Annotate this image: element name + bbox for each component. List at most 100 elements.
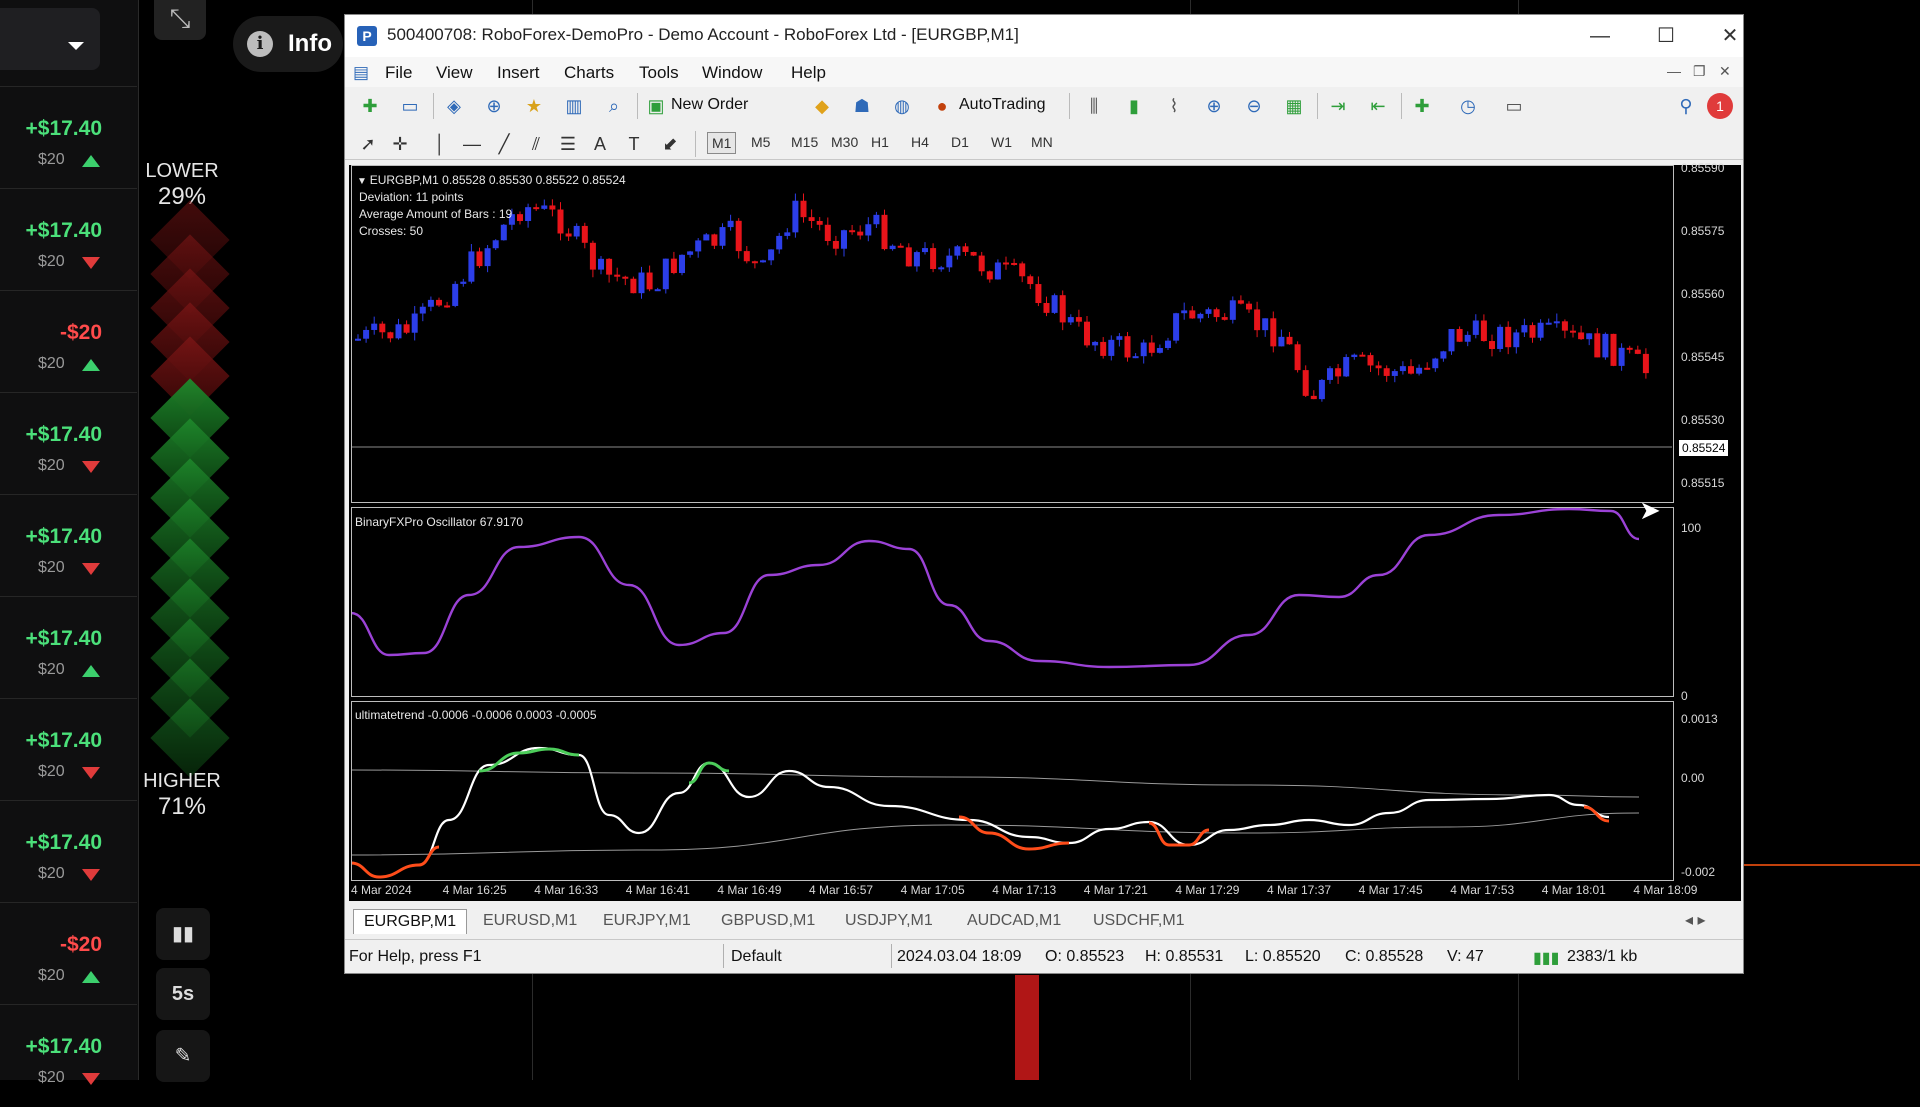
chart-shift-icon[interactable]: ⇤	[1365, 93, 1391, 119]
tile-windows-icon[interactable]: ▦	[1281, 93, 1307, 119]
text-label-icon[interactable]: T	[621, 131, 647, 157]
market-icon[interactable]: ◍	[889, 93, 915, 119]
crosshair-icon[interactable]: ✛	[387, 131, 413, 157]
menu-charts[interactable]: Charts	[564, 63, 614, 83]
timeframe-m30[interactable]: M30	[827, 132, 862, 152]
signals-icon[interactable]: ☗	[849, 93, 875, 119]
chart-tab[interactable]: USDCHF,M1	[1093, 909, 1185, 933]
trendline-icon[interactable]: ╱	[491, 131, 517, 157]
draw-tool-button[interactable]: ✎	[156, 1030, 210, 1082]
info-button[interactable]: i Info	[233, 16, 343, 72]
arrow-down-icon	[82, 461, 100, 473]
text-icon[interactable]: A	[587, 131, 613, 157]
periods-icon[interactable]: ◷	[1455, 93, 1481, 119]
menu-file[interactable]: File	[385, 63, 412, 83]
chart-tab[interactable]: GBPUSD,M1	[721, 909, 815, 933]
menu-insert[interactable]: Insert	[497, 63, 540, 83]
trade-item[interactable]: +$17.40 $20	[0, 188, 137, 291]
alert-badge[interactable]: 1	[1707, 93, 1733, 119]
chart-tab[interactable]: EURJPY,M1	[603, 909, 691, 933]
status-datetime: 2024.03.04 18:09	[897, 948, 1022, 965]
title-bar[interactable]: P 500400708: RoboForex-DemoPro - Demo Ac…	[345, 15, 1743, 57]
terminal-icon[interactable]: ▥	[561, 93, 587, 119]
line-chart-icon[interactable]: ⌇	[1161, 93, 1187, 119]
trade-stake: $20	[38, 865, 65, 882]
equidistant-channel-icon[interactable]: ⫽	[523, 131, 549, 157]
trade-item[interactable]: -$20 $20	[0, 290, 137, 393]
tab-scroll-arrows-icon[interactable]: ◂ ▸	[1685, 909, 1706, 933]
timeframe-h1[interactable]: H1	[867, 132, 893, 152]
collapse-icon[interactable]: ⤡	[154, 0, 206, 40]
horizontal-line-icon[interactable]: —	[459, 131, 485, 157]
chart-tab[interactable]: USDJPY,M1	[845, 909, 933, 933]
time-axis-label: 4 Mar 16:41	[625, 883, 690, 897]
timeframe-m15[interactable]: M15	[787, 132, 822, 152]
candlestick-icon[interactable]: ▮	[1121, 93, 1147, 119]
child-restore-button[interactable]: ❐	[1693, 63, 1706, 80]
trade-item[interactable]: -$20 $20	[0, 902, 137, 1005]
autotrading-icon[interactable]: ●	[929, 93, 955, 119]
trade-item[interactable]: +$17.40 $20	[0, 494, 137, 597]
status-volume: V: 47	[1447, 948, 1484, 965]
trade-item[interactable]: +$17.40 $20	[0, 596, 137, 699]
timeframe-button[interactable]: 5s	[156, 968, 210, 1020]
timeframe-m1[interactable]: M1	[707, 132, 737, 154]
menu-window[interactable]: Window	[702, 63, 762, 83]
new-order-icon[interactable]: ▣	[643, 93, 669, 119]
mouse-cursor-icon: ➤	[1639, 495, 1661, 525]
trade-item[interactable]: +$17.40 $20	[0, 698, 137, 801]
minimize-button[interactable]: —	[1577, 19, 1623, 53]
profiles-icon[interactable]: ▭	[397, 93, 423, 119]
indicators-icon[interactable]: ✚	[1409, 93, 1435, 119]
trade-stake: $20	[38, 559, 65, 576]
arrows-icon[interactable]: ⬋	[657, 131, 683, 157]
zoom-out-icon[interactable]: ⊖	[1241, 93, 1267, 119]
templates-icon[interactable]: ▭	[1501, 93, 1527, 119]
child-minimize-button[interactable]: —	[1667, 63, 1681, 79]
timeframe-h4[interactable]: H4	[907, 132, 933, 152]
autoscroll-icon[interactable]: ⇥	[1325, 93, 1351, 119]
chart-tab[interactable]: EURUSD,M1	[483, 909, 577, 933]
market-watch-icon[interactable]: ◈	[441, 93, 467, 119]
candle-type-button[interactable]: ▮▮	[156, 908, 210, 960]
asset-dropdown[interactable]	[0, 8, 100, 70]
chart-tab[interactable]: EURGBP,M1	[353, 909, 468, 934]
timeframe-m5[interactable]: M5	[747, 132, 774, 152]
data-window-icon[interactable]: ⊕	[481, 93, 507, 119]
collapse-triangle-icon[interactable]: ▼	[357, 176, 370, 187]
new-order-button[interactable]: New Order	[671, 96, 748, 114]
trade-stake: $20	[38, 151, 65, 168]
navigator-icon[interactable]: ★	[521, 93, 547, 119]
autotrading-button[interactable]: AutoTrading	[959, 96, 1046, 114]
vertical-line-icon[interactable]: │	[427, 131, 453, 157]
trade-item[interactable]: +$17.40 $20	[0, 392, 137, 495]
cursor-icon[interactable]: ➚	[355, 131, 381, 157]
fibonacci-icon[interactable]: ☰	[555, 131, 581, 157]
child-close-button[interactable]: ✕	[1719, 63, 1731, 80]
timeframe-mn[interactable]: MN	[1027, 132, 1057, 152]
time-axis-label: 4 Mar 2024	[351, 883, 412, 897]
timeframe-d1[interactable]: D1	[947, 132, 973, 152]
strategy-tester-icon[interactable]: ⌕	[601, 93, 627, 119]
app-icon: P	[357, 26, 377, 46]
trade-item[interactable]: +$17.40 $20	[0, 1004, 137, 1107]
search-icon[interactable]: ⚲	[1673, 93, 1699, 119]
trade-item[interactable]: +$17.40 $20	[0, 800, 137, 903]
lower-sentiment: LOWER 29%	[142, 160, 222, 211]
chart-menu-icon[interactable]: ▤	[353, 63, 369, 83]
zoom-in-icon[interactable]: ⊕	[1201, 93, 1227, 119]
main-pane	[351, 165, 1674, 503]
bar-chart-icon[interactable]: ⫼	[1081, 93, 1107, 119]
timeframe-w1[interactable]: W1	[987, 132, 1016, 152]
maximize-button[interactable]: ☐	[1643, 19, 1689, 53]
trade-item[interactable]: +$17.40 $20	[0, 86, 137, 189]
new-chart-icon[interactable]: ✚	[357, 93, 383, 119]
metaeditor-icon[interactable]: ◆	[809, 93, 835, 119]
close-button[interactable]: ✕	[1707, 19, 1753, 53]
menu-view[interactable]: View	[436, 63, 473, 83]
chart-area[interactable]: ▼ EURGBP,M1 0.85528 0.85530 0.85522 0.85…	[349, 161, 1741, 901]
menu-help[interactable]: Help	[791, 63, 826, 83]
chart-tab[interactable]: AUDCAD,M1	[967, 909, 1061, 933]
status-profile[interactable]: Default	[731, 948, 782, 966]
menu-tools[interactable]: Tools	[639, 63, 679, 83]
